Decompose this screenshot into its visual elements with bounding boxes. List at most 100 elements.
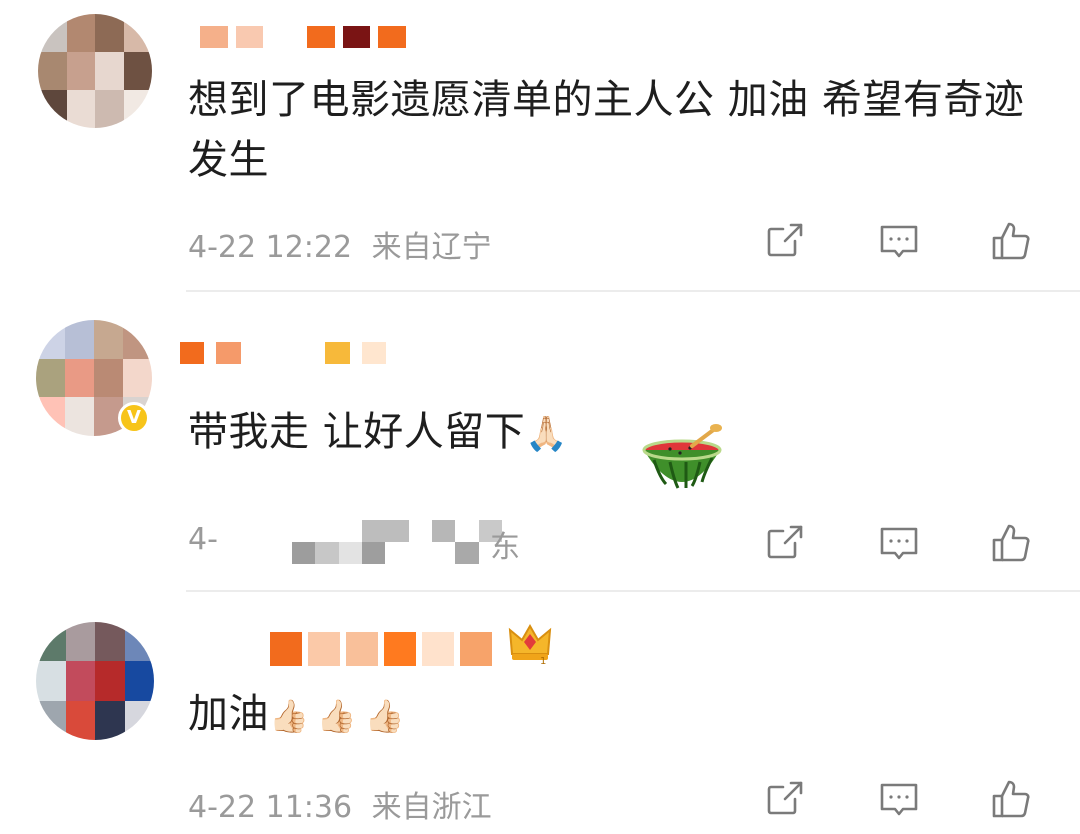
watermelon-sticker — [642, 424, 722, 489]
mosaic-cell — [123, 52, 152, 90]
mosaic-cell — [124, 700, 154, 740]
mosaic-cell — [65, 622, 95, 662]
svg-text:1: 1 — [540, 656, 546, 664]
comment-text: 带我走 让好人留下🙏🏻 — [188, 402, 568, 464]
mosaic-cell — [123, 358, 152, 398]
reply-button[interactable] — [874, 216, 924, 266]
mosaic-cell — [65, 397, 94, 436]
mosaic-cell — [66, 14, 95, 52]
avatar[interactable] — [36, 622, 154, 740]
reply-button[interactable] — [874, 774, 924, 824]
mosaic-cell — [289, 342, 314, 364]
mosaic-cell — [124, 661, 154, 701]
meta-redacted — [292, 520, 502, 564]
username-redacted[interactable] — [180, 342, 386, 364]
action-bar — [760, 216, 1080, 266]
comment-item[interactable]: 想到了电影遗愿清单的主人公 加油 希望有奇迹发生 4-22 12:22 来自辽宁 — [0, 0, 1080, 292]
comment-bubble-icon — [880, 527, 918, 560]
mosaic-cell — [180, 342, 205, 364]
share-button[interactable] — [760, 774, 810, 824]
verified-badge: V — [118, 402, 150, 434]
comment-meta: 4-22 12:22 来自辽宁 — [188, 222, 492, 266]
share-button[interactable] — [760, 518, 810, 568]
avatar[interactable] — [38, 14, 152, 128]
mosaic-cell — [38, 90, 67, 128]
mosaic-cell — [36, 661, 66, 701]
reply-button[interactable] — [874, 518, 924, 568]
edit-share-icon — [767, 525, 803, 559]
mosaic-cell — [252, 342, 277, 364]
mosaic-cell — [66, 52, 95, 90]
comment-bubble-icon — [880, 783, 918, 816]
comment-item[interactable]: V 带我走 让好人留下🙏🏻 4- 东 — [0, 292, 1080, 592]
username-redacted[interactable] — [200, 26, 406, 48]
comment-bubble-icon — [880, 225, 918, 258]
mosaic-cell — [123, 90, 152, 128]
mosaic-cell — [38, 52, 67, 90]
mosaic-cell — [36, 700, 66, 740]
thumbs-up-emoji: 👍🏻👍🏻👍🏻 — [269, 697, 413, 735]
mosaic-cell — [306, 26, 335, 48]
mosaic-cell — [308, 632, 340, 666]
comment-text-content: 带我走 让好人留下 — [188, 409, 526, 455]
mosaic-cell — [123, 320, 152, 359]
thumbs-up-icon — [992, 780, 1030, 818]
mosaic-cell — [384, 632, 416, 666]
mosaic-cell — [65, 661, 95, 701]
mosaic-cell — [65, 700, 95, 740]
mosaic-cell — [95, 90, 124, 128]
mosaic-cell — [216, 342, 241, 364]
like-button[interactable] — [986, 518, 1036, 568]
timestamp: 4-22 12:22 — [188, 230, 353, 265]
comment-meta: 4- — [188, 522, 218, 557]
mosaic-cell — [235, 26, 264, 48]
mosaic-cell — [460, 632, 492, 666]
mosaic-cell — [342, 26, 371, 48]
location: 来自辽宁 — [371, 230, 492, 265]
mosaic-cell — [124, 622, 154, 662]
mosaic-cell — [36, 320, 65, 359]
mosaic-cell — [270, 632, 302, 666]
mosaic-cell — [361, 342, 386, 364]
mosaic-cell — [325, 342, 350, 364]
edit-share-icon — [767, 781, 803, 815]
mosaic-cell — [95, 52, 124, 90]
timestamp: 4-22 11:36 — [188, 790, 353, 825]
mosaic-cell — [95, 700, 125, 740]
edit-share-icon — [767, 223, 803, 257]
thumbs-up-icon — [992, 222, 1030, 260]
mosaic-cell — [95, 14, 124, 52]
mosaic-cell — [36, 358, 65, 398]
mosaic-cell — [95, 661, 125, 701]
mosaic-cell — [422, 632, 454, 666]
location-partial: 东 — [490, 530, 520, 565]
timestamp-partial: 4- — [188, 522, 218, 557]
comment-text: 想到了电影遗愿清单的主人公 加油 希望有奇迹发生 — [188, 77, 1025, 183]
mosaic-cell — [200, 26, 228, 48]
mosaic-cell — [123, 14, 152, 52]
action-bar — [760, 518, 1080, 568]
mosaic-cell — [346, 632, 378, 666]
like-button[interactable] — [986, 774, 1036, 824]
mosaic-cell — [94, 358, 123, 398]
username-redacted[interactable] — [270, 632, 492, 666]
mosaic-cell — [38, 14, 67, 52]
crown-badge-icon: 1 — [508, 623, 552, 664]
comment-text-content: 加油 — [188, 691, 269, 737]
mosaic-cell — [66, 90, 95, 128]
like-button[interactable] — [986, 216, 1036, 266]
share-button[interactable] — [760, 216, 810, 266]
comment-meta: 4-22 11:36 来自浙江 — [188, 782, 492, 826]
mosaic-cell — [95, 622, 125, 662]
mosaic-cell — [36, 622, 66, 662]
thumbs-up-icon — [992, 524, 1030, 562]
comment-text: 加油👍🏻👍🏻👍🏻 — [188, 684, 413, 746]
mosaic-cell — [94, 320, 123, 359]
action-bar — [760, 774, 1080, 824]
mosaic-cell — [378, 26, 406, 48]
mosaic-cell — [65, 320, 94, 359]
mosaic-cell — [36, 397, 65, 436]
mosaic-cell — [65, 358, 94, 398]
mosaic-cell — [271, 26, 299, 48]
comment-item[interactable]: 1 加油👍🏻👍🏻👍🏻 4-22 11:36 来自浙江 — [0, 592, 1080, 834]
